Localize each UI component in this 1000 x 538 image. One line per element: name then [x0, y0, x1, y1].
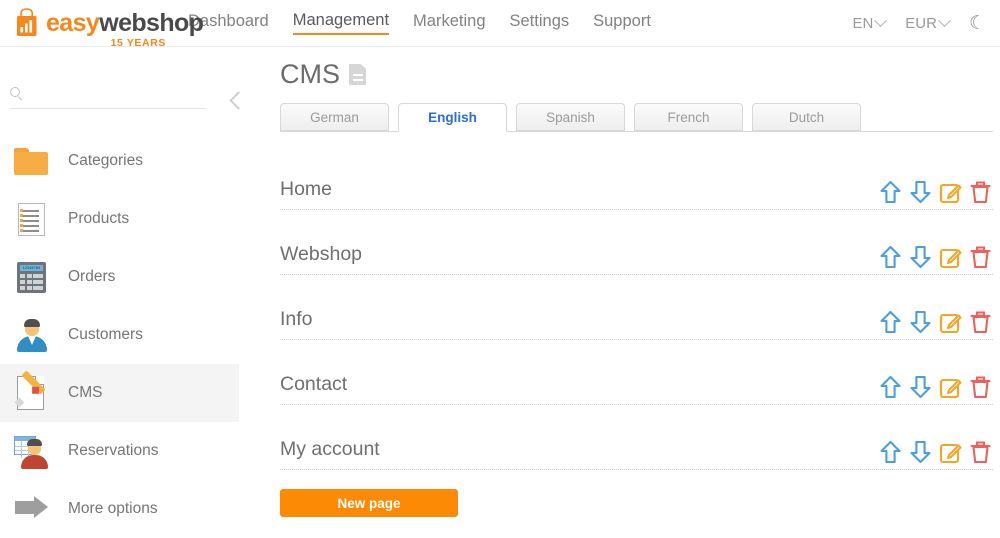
table-person-icon [12, 431, 52, 471]
edit-icon[interactable] [938, 374, 963, 401]
move-down-icon[interactable] [908, 244, 933, 271]
edit-icon[interactable] [938, 179, 963, 206]
edit-icon[interactable] [938, 439, 963, 466]
sidebar-item-label: Customers [68, 326, 143, 343]
page-name: Home [280, 178, 333, 200]
sidebar-item-label: Orders [68, 268, 116, 285]
sidebar-item-label: Categories [68, 152, 143, 169]
page-title: CMS [280, 59, 340, 89]
shopping-bag-chart-icon [14, 8, 40, 38]
sidebar-item-label: Products [68, 210, 130, 227]
tab-dutch[interactable]: Dutch [752, 103, 861, 131]
logo-text-easy: easy [46, 8, 100, 37]
delete-icon[interactable] [968, 244, 993, 271]
currency-selector-label: EUR [905, 15, 937, 32]
logo-wordmark: easywebshop [46, 8, 204, 37]
sidebar-item-label: More options [68, 500, 158, 517]
nav-item-management[interactable]: Management [292, 11, 390, 35]
top-header: easywebshop 15 YEARS Dashboard Managemen… [0, 0, 1000, 49]
delete-icon[interactable] [968, 374, 993, 401]
nav-item-support[interactable]: Support [593, 12, 651, 34]
table-row: Home [280, 145, 993, 210]
sidebar-item-categories[interactable]: Categories [0, 132, 262, 190]
tab-spanish[interactable]: Spanish [516, 103, 625, 131]
tab-english[interactable]: English [398, 103, 507, 132]
chevron-down-icon [874, 14, 888, 28]
header-right-controls: EN EUR ☾ [852, 0, 986, 47]
edit-icon[interactable] [938, 244, 963, 271]
calculator-icon: 12345789 [12, 257, 52, 297]
search-box[interactable] [10, 85, 206, 109]
main-content: CMS German English Spanish French Dutch … [262, 47, 1000, 535]
page-name: Webshop [280, 243, 363, 265]
page-name: Info [280, 308, 313, 330]
delete-icon[interactable] [968, 309, 993, 336]
calculator-screen: 12345789 [20, 265, 43, 271]
sidebar-menu: Categories Products 12345789 Orders Cust… [0, 132, 262, 538]
folder-icon [12, 141, 52, 181]
delete-icon[interactable] [968, 179, 993, 206]
logo-text-webshop: webshop [99, 8, 204, 37]
language-selector[interactable]: EN [852, 14, 888, 32]
row-actions [878, 244, 993, 271]
new-page-button[interactable]: New page [280, 489, 458, 517]
row-actions [878, 309, 993, 336]
language-tabs: German English Spanish French Dutch [280, 102, 993, 132]
sidebar-item-products[interactable]: Products [0, 190, 262, 248]
move-down-icon[interactable] [908, 439, 933, 466]
delete-icon[interactable] [968, 439, 993, 466]
move-up-icon[interactable] [878, 244, 903, 271]
move-up-icon[interactable] [878, 179, 903, 206]
nav-item-marketing[interactable]: Marketing [413, 12, 485, 34]
table-row: Info [280, 275, 993, 340]
document-list-icon [12, 199, 52, 239]
page-pencil-icon [12, 370, 52, 413]
moon-icon[interactable]: ☾ [969, 14, 986, 33]
move-down-icon[interactable] [908, 374, 933, 401]
table-row: Webshop [280, 210, 993, 275]
table-row: Contact [280, 340, 993, 405]
sidebar: Categories Products 12345789 Orders Cust… [0, 47, 262, 535]
move-up-icon[interactable] [878, 309, 903, 336]
logo[interactable]: easywebshop 15 YEARS [14, 8, 204, 49]
arrow-right-icon [12, 489, 52, 529]
main-navigation: Dashboard Management Marketing Settings … [188, 11, 651, 35]
sidebar-item-reservations[interactable]: Reservations [0, 422, 262, 480]
sidebar-item-customers[interactable]: Customers [0, 306, 262, 364]
move-up-icon[interactable] [878, 374, 903, 401]
tab-german[interactable]: German [280, 103, 389, 131]
edit-icon[interactable] [938, 309, 963, 336]
sidebar-item-cms[interactable]: CMS [0, 364, 239, 422]
cms-page-list: Home Webshop Info Contact My account [280, 145, 993, 470]
row-actions [878, 374, 993, 401]
document-icon [349, 64, 366, 85]
language-selector-label: EN [852, 15, 874, 32]
chevron-left-icon[interactable] [228, 92, 243, 107]
page-name: Contact [280, 373, 348, 395]
move-up-icon[interactable] [878, 439, 903, 466]
sidebar-search-row [10, 85, 252, 109]
tab-french[interactable]: French [634, 103, 743, 131]
search-icon [10, 87, 23, 100]
chevron-down-icon [938, 14, 951, 28]
search-input[interactable] [31, 85, 205, 102]
move-down-icon[interactable] [908, 179, 933, 206]
page-title-row: CMS [280, 61, 366, 88]
sidebar-item-more-options[interactable]: More options [0, 480, 262, 538]
row-actions [878, 179, 993, 206]
sidebar-item-orders[interactable]: 12345789 Orders [0, 248, 262, 306]
nav-item-settings[interactable]: Settings [510, 12, 570, 34]
table-row: My account [280, 405, 993, 470]
move-down-icon[interactable] [908, 309, 933, 336]
currency-selector[interactable]: EUR [905, 14, 951, 32]
sidebar-item-label: Reservations [68, 442, 159, 459]
sidebar-item-label: CMS [68, 384, 103, 401]
page-name: My account [280, 438, 380, 460]
row-actions [878, 439, 993, 466]
person-icon [12, 315, 52, 355]
